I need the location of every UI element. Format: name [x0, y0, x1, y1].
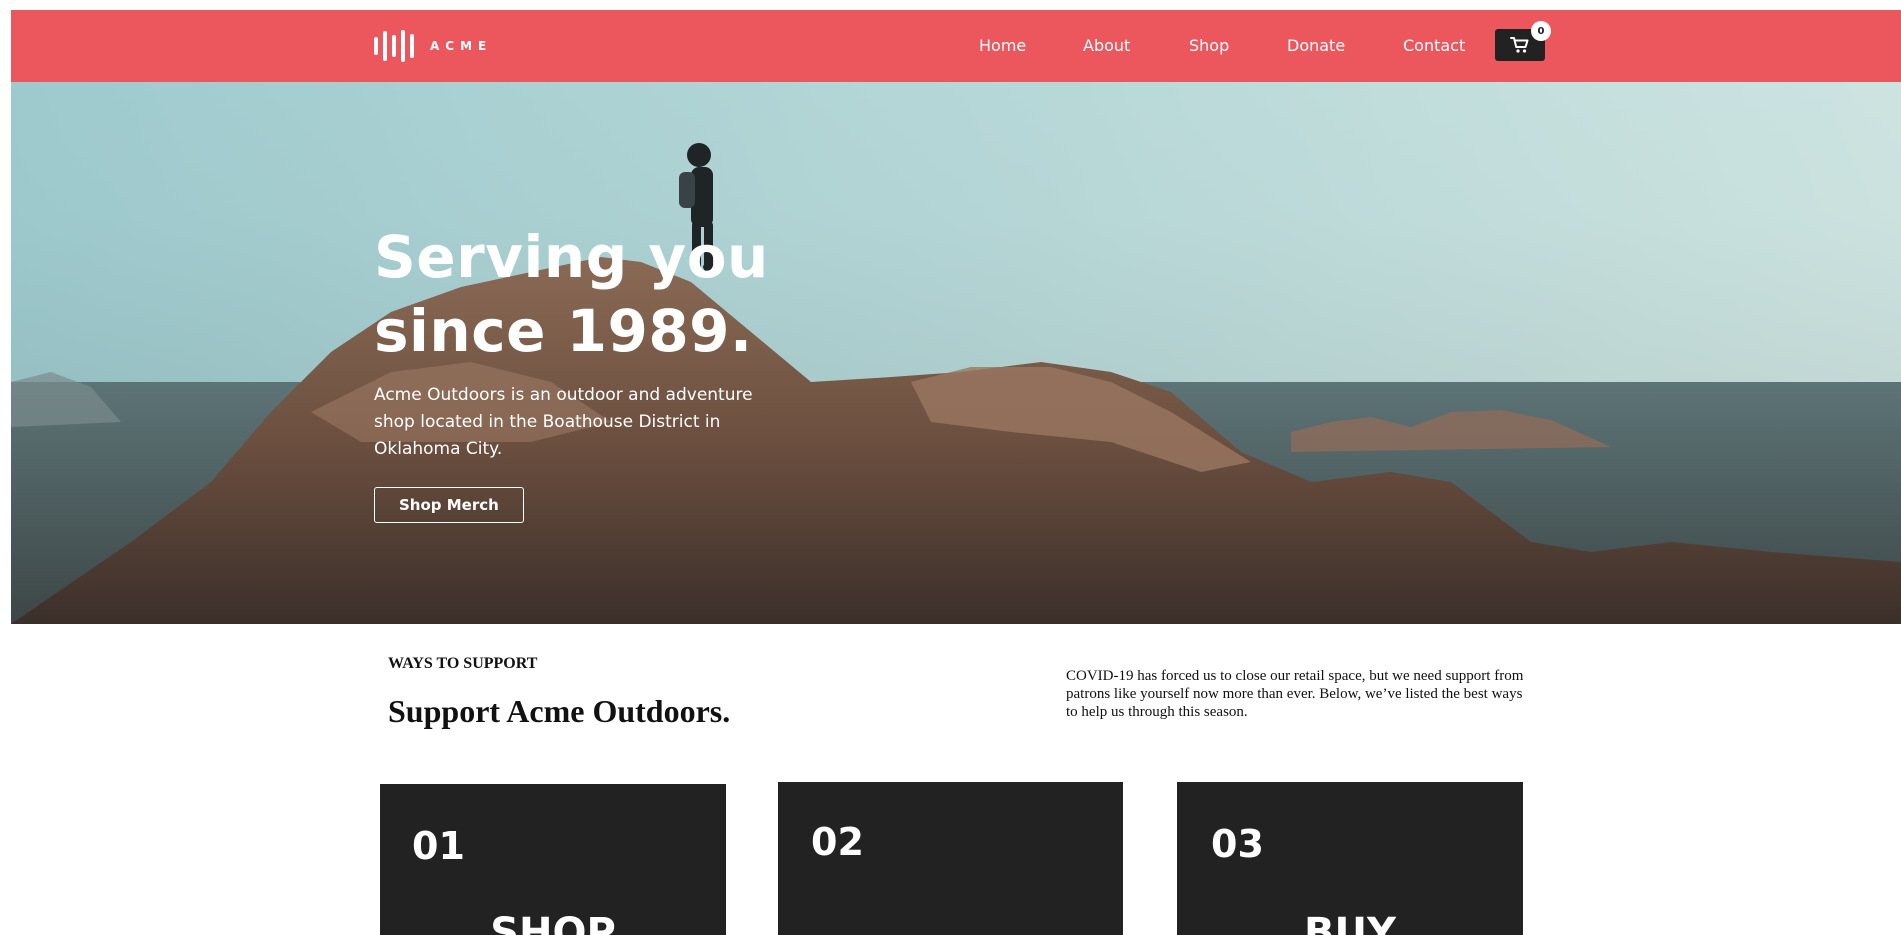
hero-section: Serving you since 1989. Acme Outdoors is…: [11, 82, 1901, 624]
card-number: 02: [811, 820, 864, 864]
section-title: Support Acme Outdoors.: [388, 693, 731, 729]
section-eyebrow: WAYS TO SUPPORT: [388, 655, 538, 672]
nav-shop[interactable]: Shop: [1189, 36, 1229, 55]
cart-icon: [1510, 37, 1529, 53]
site-header: ACME Home About Shop Donate Contact 0: [11, 10, 1901, 82]
nav-about[interactable]: About: [1083, 36, 1130, 55]
logo-bars-icon: [374, 30, 414, 62]
support-card-2[interactable]: 02: [778, 782, 1123, 935]
logo-text: ACME: [430, 39, 493, 53]
hero-background-image: [11, 82, 1901, 624]
cart-button[interactable]: 0: [1495, 21, 1551, 61]
support-card-buy[interactable]: 03 BUY: [1177, 782, 1523, 935]
card-title: BUY: [1304, 910, 1396, 935]
hero-title-line-2: since 1989.: [374, 297, 753, 365]
card-title: SHOP: [490, 910, 616, 935]
logo[interactable]: ACME: [374, 30, 492, 62]
hero-content: Serving you since 1989. Acme Outdoors is…: [374, 220, 824, 523]
section-description: COVID-19 has forced us to close our reta…: [1066, 668, 1524, 720]
card-number: 01: [412, 824, 465, 868]
nav-donate[interactable]: Donate: [1287, 36, 1345, 55]
cart-count-badge: 0: [1531, 21, 1551, 41]
nav-home[interactable]: Home: [979, 36, 1026, 55]
hero-title-line-1: Serving you: [374, 223, 769, 291]
hero-description: Acme Outdoors is an outdoor and adventur…: [374, 385, 753, 459]
shop-merch-button[interactable]: Shop Merch: [374, 487, 524, 523]
nav-contact[interactable]: Contact: [1403, 36, 1465, 55]
hero-title: Serving you since 1989.: [374, 220, 824, 368]
support-card-shop[interactable]: 01 SHOP: [380, 784, 726, 935]
card-number: 03: [1211, 822, 1264, 866]
